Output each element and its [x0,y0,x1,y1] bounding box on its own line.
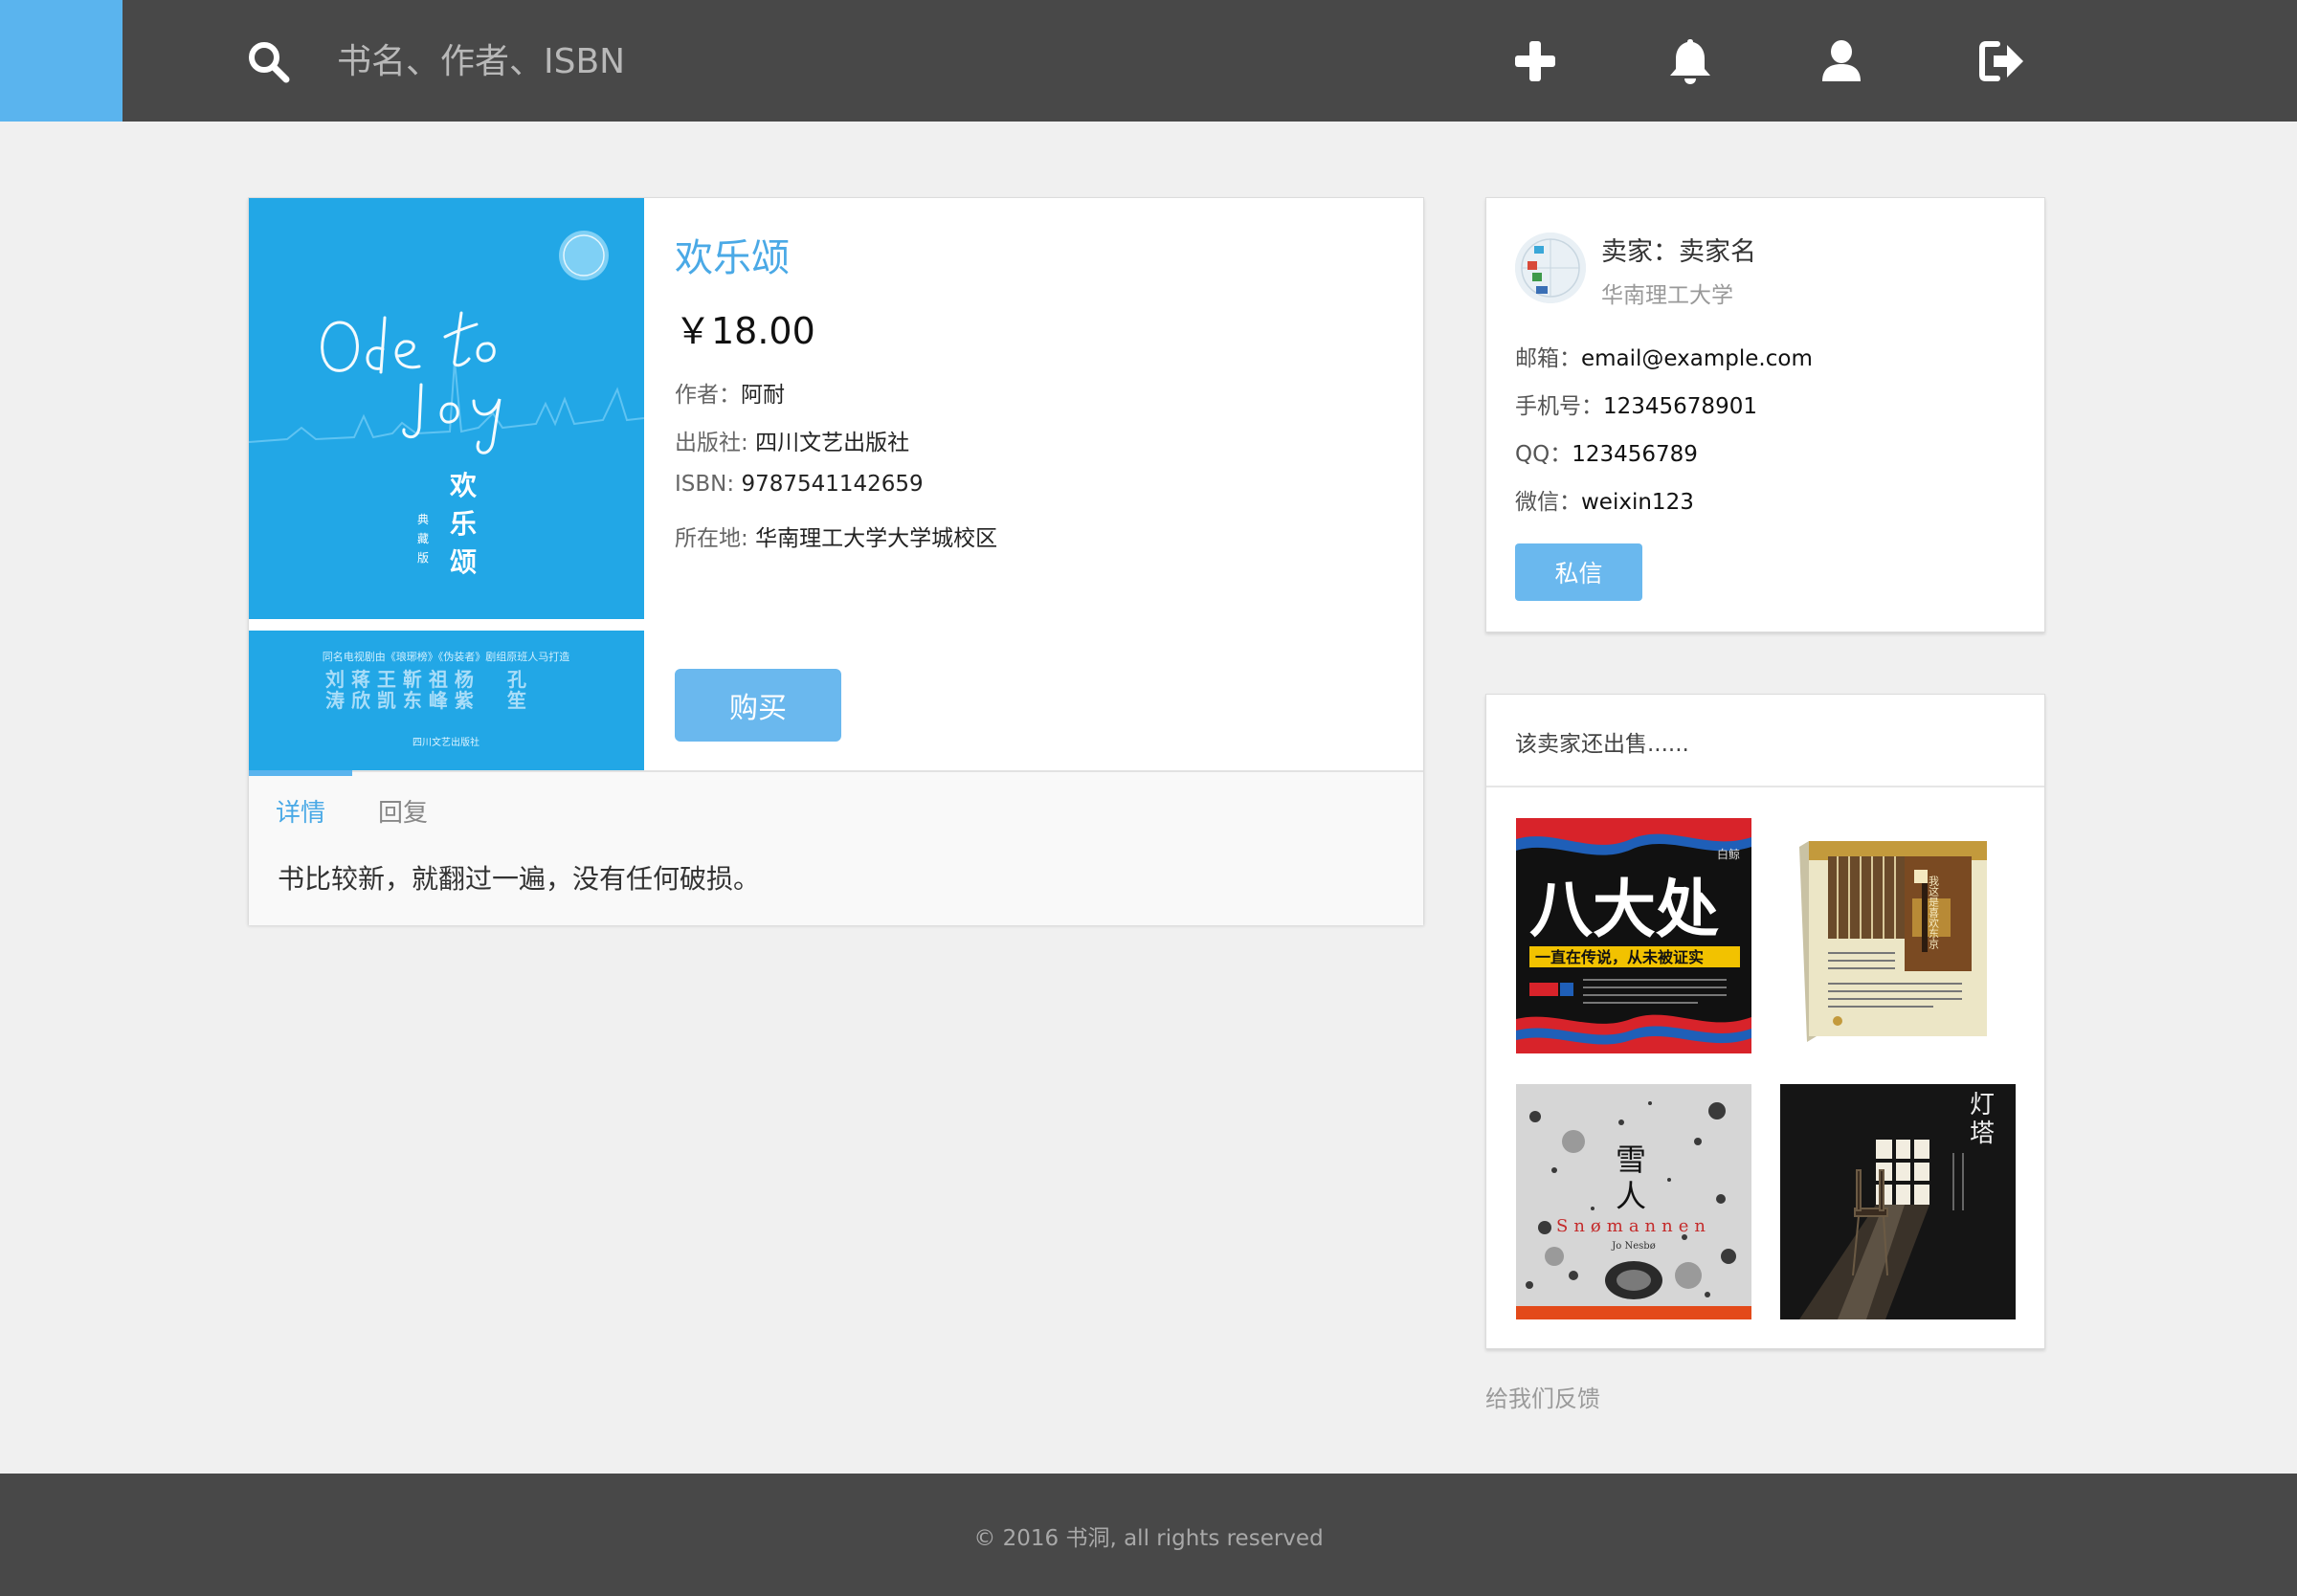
svg-text:乐: 乐 [450,508,477,540]
book-thumbnail-badachu[interactable]: 八大处 白鲸 一直在传说，从未被证实 [1516,818,1751,1053]
field-label: 作者： [675,383,741,408]
email-row: 邮箱：email@example.com [1515,340,1813,372]
svg-text:典: 典 [417,513,429,526]
product-price: ￥18.00 [675,310,815,352]
divider [1486,786,2044,787]
book-thumbnail-snowman[interactable]: 雪 人 Snømannen Jo Nesbø [1516,1084,1751,1319]
book-latin-title: Snømannen [1556,1216,1711,1236]
plus-icon[interactable] [1510,36,1560,86]
contact-value: email@example.com [1581,346,1813,371]
brand-logo-block[interactable] [0,0,123,122]
seller-card: 卖家：卖家名 华南理工大学 邮箱：email@example.com 手机号：1… [1485,197,2045,632]
tab-replies[interactable]: 回复 [378,793,428,829]
field-value: 阿耐 [741,383,785,408]
book-thumbnail-lighthouse[interactable]: 灯 塔 [1780,1084,2016,1319]
feedback-link[interactable]: 给我们反馈 [1485,1380,1600,1413]
wechat-row: 微信：weixin123 [1515,483,1694,516]
svg-text:颂: 颂 [450,546,477,578]
book-author: Jo Nesbø [1611,1241,1655,1252]
seller-name: 卖家：卖家名 [1601,237,1756,267]
svg-text:同名电视剧由《琅琊榜》《伪装者》剧组原班人马打造: 同名电视剧由《琅琊榜》《伪装者》剧组原班人马打造 [323,650,570,663]
more-books-card: 该卖家还出售...... 八大处 白鲸 一直在传说，从未被证实 我这是喜欢东京 … [1485,694,2045,1349]
product-info: 欢乐颂 ￥18.00 作者：阿耐 出版社: 四川文艺出版社 ISBN: 9787… [675,227,1394,551]
private-message-button[interactable]: 私信 [1515,543,1642,601]
contact-label: 手机号： [1515,394,1603,419]
author-row: 作者：阿耐 [675,376,1394,408]
svg-text:欢: 欢 [449,470,478,501]
tab-details[interactable]: 详情 [276,793,325,829]
svg-text:笙: 笙 [506,689,526,712]
book-title: 我这是喜欢东京 [1928,876,1940,950]
svg-text:藏: 藏 [417,532,429,545]
book-title: 八大处 [1529,873,1719,946]
qq-row: QQ：123456789 [1515,435,1698,468]
more-books-title: 该卖家还出售...... [1515,732,1689,757]
book-author: 白鲸 [1717,847,1740,861]
phone-row: 手机号：12345678901 [1515,388,1757,420]
product-card: 欢 乐 颂 典 藏 版 最 好 的 时 光 里 ， 我 们 在 一 起 。 同名… [248,197,1424,925]
svg-text:孔: 孔 [507,668,526,691]
contact-value: 12345678901 [1603,394,1757,419]
contact-value: weixin123 [1581,490,1694,515]
contact-label: QQ： [1515,442,1572,467]
bell-icon[interactable] [1665,36,1715,86]
buy-button[interactable]: 购买 [675,669,841,742]
search-icon[interactable] [245,38,291,84]
location-row: 所在地: 华南理工大学大学城校区 [675,520,1394,551]
book-cover-image: 欢 乐 颂 典 藏 版 最 好 的 时 光 里 ， 我 们 在 一 起 。 同名… [249,198,644,770]
field-value: 华南理工大学大学城校区 [755,526,998,551]
field-label: ISBN: [675,472,742,497]
contact-label: 微信： [1515,490,1581,515]
detail-tabs: 详情 回复 书比较新，就翻过一遍，没有任何破损。 [249,770,1423,925]
svg-text:塔: 塔 [1970,1119,1995,1148]
svg-text:版: 版 [417,551,429,565]
user-icon[interactable] [1817,36,1866,86]
isbn-row: ISBN: 9787541142659 [675,472,1394,499]
svg-text:刘 蒋 王 靳 祖 杨: 刘 蒋 王 靳 祖 杨 [325,668,474,691]
copyright-text: © 2016 书洞, all rights reserved [973,1526,1324,1551]
contact-value: 123456789 [1572,442,1698,467]
search-input[interactable] [337,33,1007,90]
active-tab-indicator [249,770,352,776]
svg-text:涛 欣 凯 东 峰 紫: 涛 欣 凯 东 峰 紫 [325,689,474,712]
field-value: 四川文艺出版社 [755,431,910,455]
footer: © 2016 书洞, all rights reserved [0,1474,2297,1596]
field-label: 所在地: [675,526,756,551]
detail-description: 书比较新，就翻过一遍，没有任何破损。 [278,863,761,895]
book-thumbnail-tokyo[interactable]: 我这是喜欢东京 [1780,818,2016,1053]
svg-text:人: 人 [1616,1178,1646,1214]
book-subtitle: 一直在传说，从未被证实 [1535,948,1704,966]
svg-text:灯: 灯 [1970,1091,1995,1119]
publisher-row: 出版社: 四川文艺出版社 [675,424,1394,455]
seller-school: 华南理工大学 [1601,283,1733,308]
avatar[interactable] [1515,233,1586,303]
svg-text:雪: 雪 [1616,1142,1646,1178]
field-label: 出版社: [675,431,756,455]
contact-label: 邮箱： [1515,346,1581,371]
product-title: 欢乐颂 [675,236,790,280]
field-value: 9787541142659 [741,472,924,497]
top-navbar [0,0,2297,122]
svg-text:四川文艺出版社: 四川文艺出版社 [413,736,479,748]
sign-out-icon[interactable] [1977,36,2027,86]
